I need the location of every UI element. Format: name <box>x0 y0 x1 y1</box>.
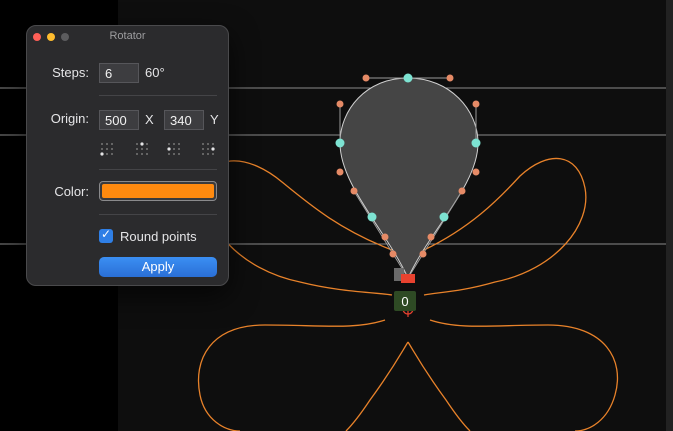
steps-input[interactable]: 6 <box>99 63 139 83</box>
origin-label: Origin: <box>50 111 89 126</box>
separator <box>99 214 217 215</box>
origin-preset-center-left-icon[interactable] <box>167 142 181 156</box>
vertical-scrollbar[interactable] <box>666 0 673 431</box>
origin-preset-top-center-icon[interactable] <box>135 142 149 156</box>
origin-x-label: X <box>145 112 154 127</box>
titlebar[interactable]: Rotator <box>27 26 228 48</box>
point-count-label: 0 <box>401 294 408 309</box>
origin-preset-center-right-icon[interactable] <box>201 142 215 156</box>
apply-button[interactable]: Apply <box>99 257 217 277</box>
origin-y-label: Y <box>210 112 219 127</box>
window-title: Rotator <box>109 30 146 42</box>
round-points-label: Round points <box>120 229 197 244</box>
steps-label: Steps: <box>52 65 89 80</box>
selected-node-marker[interactable] <box>401 274 415 283</box>
color-swatch <box>102 184 214 198</box>
origin-y-input[interactable]: 340 <box>164 110 204 130</box>
rotator-panel: Rotator Steps: 6 60° Origin: 500 X 340 Y… <box>26 25 229 286</box>
round-points-checkbox[interactable]: ✓ <box>99 227 113 243</box>
origin-preset-bottom-left-icon[interactable] <box>100 142 114 156</box>
separator <box>99 169 217 170</box>
color-label: Color: <box>54 184 89 199</box>
checkmark-icon: ✓ <box>101 227 112 241</box>
steps-angle: 60° <box>145 65 165 80</box>
origin-x-input[interactable]: 500 <box>99 110 139 130</box>
color-well[interactable] <box>99 181 217 201</box>
separator <box>99 95 217 96</box>
